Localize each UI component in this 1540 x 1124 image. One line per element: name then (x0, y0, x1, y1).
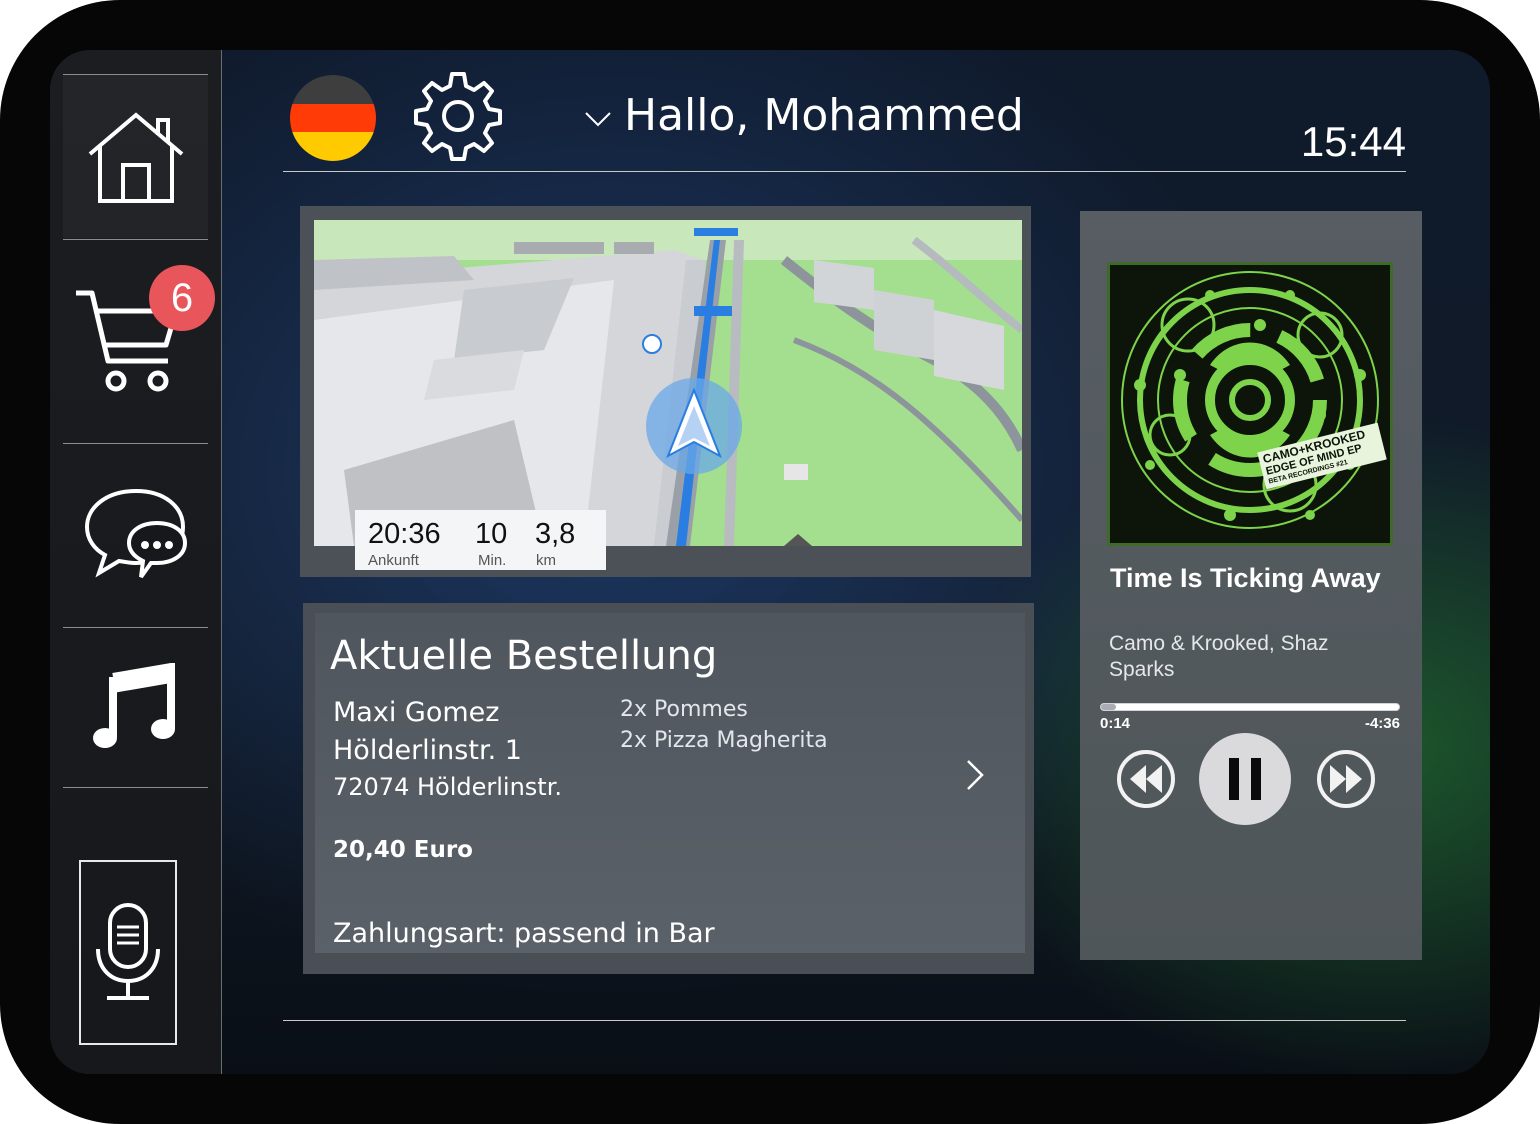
sidebar-item-home[interactable] (63, 75, 208, 238)
music-note-icon (92, 662, 175, 748)
eta-distance-label: km (536, 552, 556, 569)
order-title: Aktuelle Bestellung (330, 633, 718, 679)
eta-box: 20:36 Ankunft 10 Min. 3,8 km (355, 510, 606, 570)
pause-button[interactable] (1199, 733, 1291, 825)
order-item: 2x Pizza Magherita (620, 728, 828, 753)
infotainment-screen: 6 Hallo, Mohammed 15:44 20:36 Ankunft 10… (50, 50, 1490, 1074)
sidebar-item-voice[interactable] (79, 860, 177, 1045)
chevron-right-icon[interactable] (965, 758, 985, 792)
playback-progress-bar[interactable] (1100, 703, 1400, 711)
header-divider (283, 171, 1406, 172)
rewind-button[interactable] (1116, 749, 1176, 809)
song-title: Time Is Ticking Away (1110, 563, 1381, 593)
cart-badge: 6 (149, 265, 215, 331)
order-panel: Aktuelle Bestellung Maxi Gomez Hölderlin… (303, 603, 1034, 974)
clock: 15:44 (1300, 118, 1406, 165)
order-item: 2x Pommes (620, 697, 748, 722)
language-flag[interactable] (290, 75, 376, 161)
gear-icon[interactable] (410, 68, 506, 164)
chevron-down-icon[interactable] (584, 110, 612, 128)
sidebar-divider (63, 787, 208, 788)
footer-divider (283, 1020, 1406, 1021)
fast-forward-icon (1317, 750, 1375, 808)
chat-bubbles-icon (84, 488, 187, 579)
order-customer-name: Maxi Gomez (333, 697, 500, 728)
home-icon (88, 111, 183, 203)
pause-icon (1229, 758, 1261, 800)
order-city: 72074 Hölderlinstr. (333, 773, 562, 801)
greeting-text: Hallo, Mohammed (624, 90, 1024, 141)
order-street: Hölderlinstr. 1 (333, 735, 522, 766)
elapsed-time: 0:14 (1100, 715, 1131, 732)
map-3d-view (314, 220, 1022, 546)
album-art: CAMO+KROOKED EDGE OF MIND EP BETA RECORD… (1107, 262, 1393, 546)
order-total: 20,40 Euro (333, 837, 473, 863)
music-player-panel: CAMO+KROOKED EDGE OF MIND EP BETA RECORD… (1080, 211, 1422, 960)
navigation-panel: 20:36 Ankunft 10 Min. 3,8 km (300, 206, 1031, 577)
order-payment: Zahlungsart: passend in Bar (333, 918, 715, 949)
sidebar: 6 (50, 50, 222, 1074)
sidebar-item-messages[interactable] (63, 444, 208, 626)
rewind-icon (1117, 750, 1175, 808)
eta-arrival-label: Ankunft (368, 552, 419, 569)
eta-duration-label: Min. (478, 552, 507, 569)
eta-duration: 10 (475, 518, 508, 550)
eta-distance: 3,8 (535, 518, 576, 550)
microphone-icon (96, 902, 160, 1000)
current-order-card[interactable]: Aktuelle Bestellung Maxi Gomez Hölderlin… (315, 613, 1025, 953)
playback-progress-fill (1101, 704, 1116, 710)
fast-forward-button[interactable] (1316, 749, 1376, 809)
song-artist: Camo & Krooked, Shaz Sparks (1109, 632, 1329, 681)
remaining-time: -4:36 (1364, 715, 1400, 732)
eta-arrival: 20:36 (368, 518, 441, 550)
sidebar-item-music[interactable] (63, 628, 208, 787)
navigation-map[interactable] (314, 220, 1022, 546)
